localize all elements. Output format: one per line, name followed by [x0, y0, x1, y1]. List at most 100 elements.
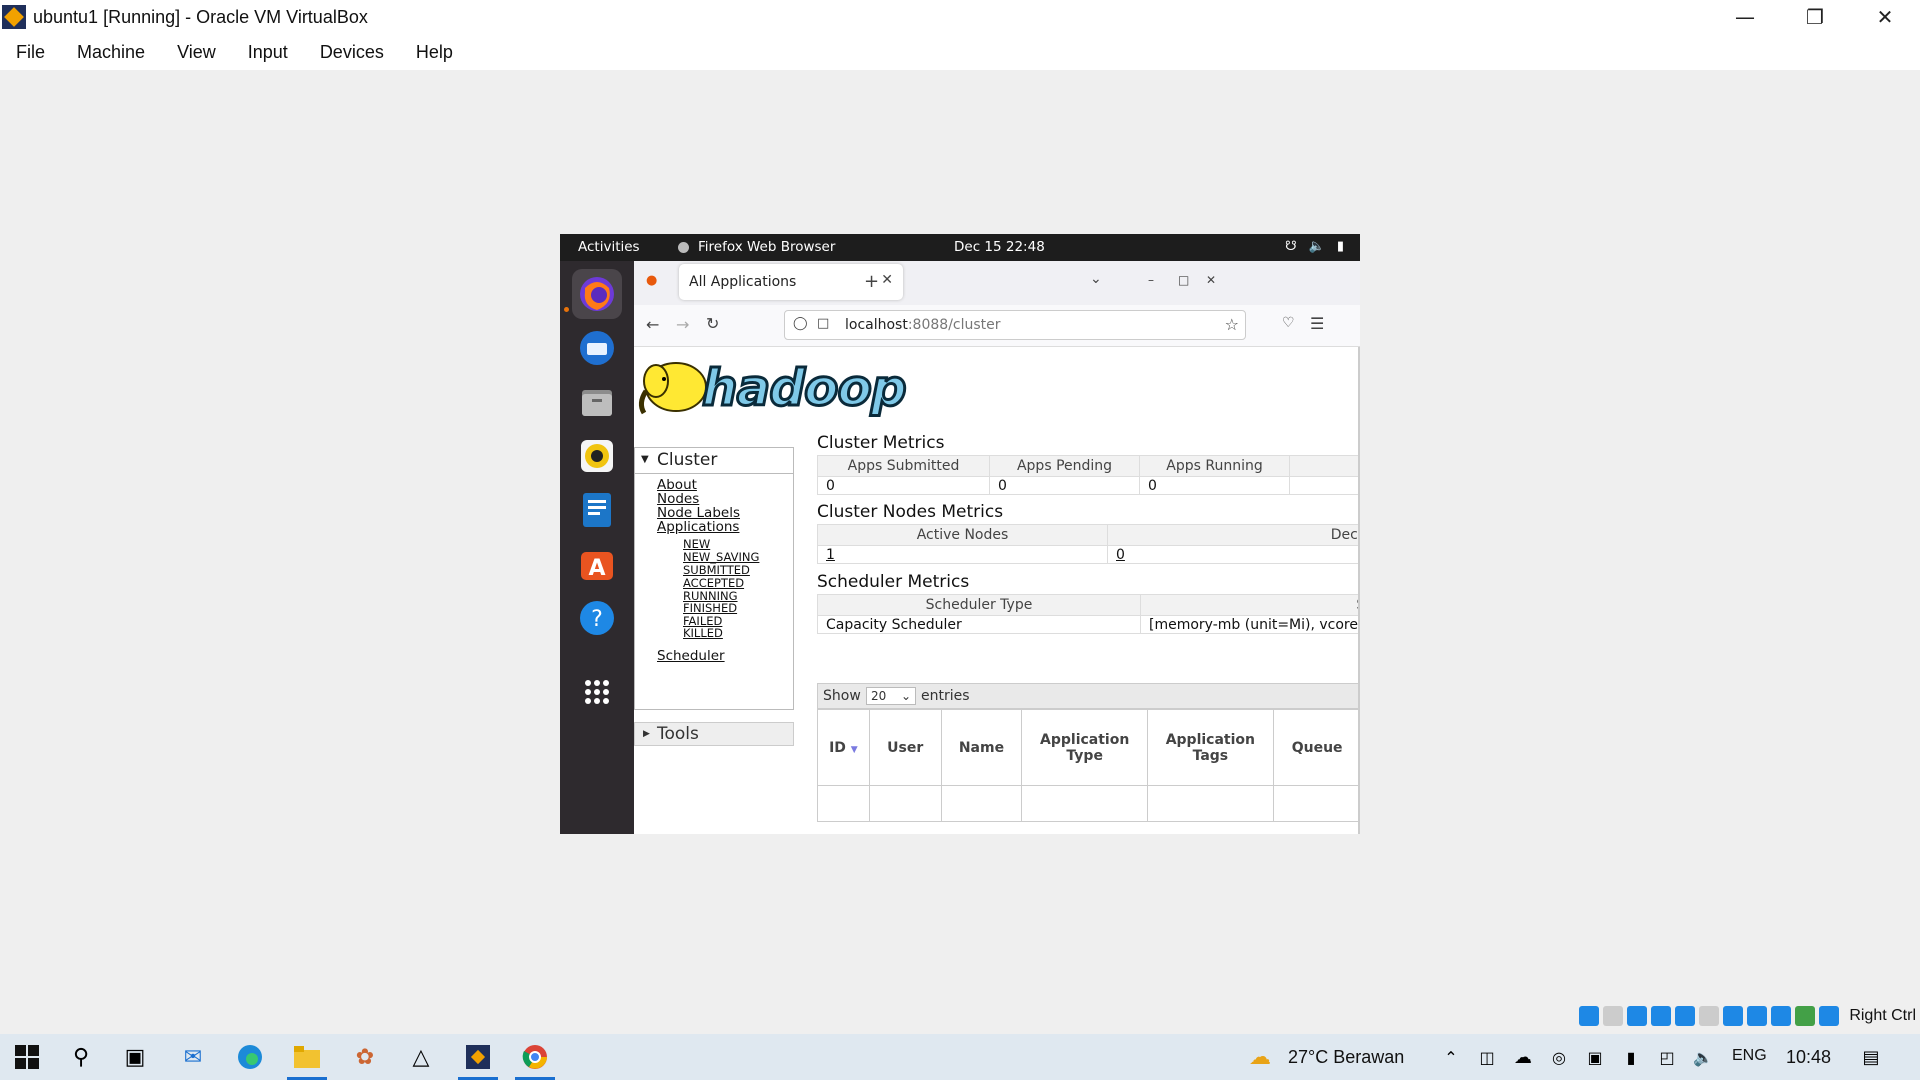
reload-icon[interactable]: ↻	[706, 314, 719, 333]
task-view-icon[interactable]: ▣	[120, 1042, 150, 1072]
url-bar[interactable]: ◯ □ localhost:8088/cluster ☆	[784, 310, 1246, 340]
col-active-nodes: Active Nodes	[817, 524, 1108, 546]
display-icon[interactable]	[1723, 1006, 1744, 1026]
tab-close-icon[interactable]: ✕	[881, 272, 893, 288]
tray-chevron-icon[interactable]: ⌃	[1436, 1042, 1466, 1072]
menu-input[interactable]: Input	[248, 42, 288, 63]
bookmark-star-icon[interactable]: ☆	[1225, 315, 1239, 334]
mail-icon[interactable]: ✉	[178, 1042, 208, 1072]
col-queue[interactable]: Queue	[1272, 709, 1358, 786]
firefox-view-icon[interactable]: ●	[646, 273, 657, 288]
ff-close-icon[interactable]: ✕	[1206, 273, 1216, 287]
minimize-button[interactable]: —	[1710, 0, 1780, 34]
shared-folders-icon[interactable]	[1699, 1006, 1720, 1026]
tools-section-head[interactable]: ▶ Tools	[634, 722, 794, 746]
windows-start-icon[interactable]	[12, 1042, 42, 1072]
ff-minimize-icon[interactable]: –	[1148, 273, 1154, 287]
tab-list-icon[interactable]: ⌄	[1090, 271, 1102, 287]
usb-icon[interactable]	[1675, 1006, 1696, 1026]
page-info-icon[interactable]: □	[817, 316, 829, 331]
language-indicator[interactable]: ENG	[1732, 1047, 1767, 1065]
video-capture-icon[interactable]	[1747, 1006, 1768, 1026]
volume-icon: 🔈	[1308, 239, 1325, 254]
speaker-icon[interactable]: 🔈	[1688, 1042, 1718, 1072]
show-entries-bar: Show 20 ⌄ entries	[817, 683, 1358, 709]
optical-drive-icon[interactable]	[1603, 1006, 1624, 1026]
display-settings-icon[interactable]: ▣	[1580, 1042, 1610, 1072]
page-content: hadoop ▼ Cluster About Nodes Node Labels …	[634, 347, 1360, 834]
libreoffice-writer-dock-icon[interactable]	[572, 485, 622, 535]
keyboard-capture-icon[interactable]	[1819, 1006, 1840, 1026]
hard-disk-icon[interactable]	[1579, 1006, 1600, 1026]
link-state-accepted[interactable]: ACCEPTED	[683, 576, 744, 590]
mouse-integration-icon[interactable]	[1795, 1006, 1816, 1026]
edge-icon[interactable]	[235, 1042, 265, 1072]
files-dock-icon[interactable]	[572, 377, 622, 427]
menu-view[interactable]: View	[177, 42, 216, 63]
link-state-finished[interactable]: FINISHED	[683, 601, 737, 615]
taskbar-clock[interactable]: 10:48	[1786, 1047, 1831, 1068]
search-icon[interactable]: ⚲	[66, 1042, 96, 1072]
chrome-icon[interactable]	[520, 1042, 550, 1072]
menu-file[interactable]: File	[16, 42, 45, 63]
battery-icon: ▮	[1336, 239, 1344, 254]
hamburger-menu-icon[interactable]: ☰	[1310, 314, 1324, 333]
wifi-icon[interactable]: ◰	[1652, 1042, 1682, 1072]
weather-cloud-icon[interactable]: ☁	[1245, 1042, 1275, 1072]
battery-tray-icon[interactable]: ▮	[1616, 1042, 1646, 1072]
link-state-submitted[interactable]: SUBMITTED	[683, 563, 750, 577]
microphone-icon[interactable]: ◎	[1544, 1042, 1574, 1072]
ff-restore-icon[interactable]: □	[1178, 273, 1189, 287]
hadoop-logo[interactable]: hadoop	[634, 349, 934, 429]
rhythmbox-dock-icon[interactable]	[572, 431, 622, 481]
help-dock-icon[interactable]: ?	[572, 593, 622, 643]
col-application-tags[interactable]: Application Tags	[1147, 709, 1274, 786]
virtualization-icon[interactable]	[1771, 1006, 1792, 1026]
thunderbird-dock-icon[interactable]	[572, 323, 622, 373]
back-icon[interactable]: ←	[646, 315, 659, 334]
running-indicator	[564, 307, 569, 312]
guest-screen[interactable]: Activities Firefox Web Browser Dec 15 22…	[560, 234, 1360, 834]
active-nodes-link[interactable]: 1	[826, 547, 835, 563]
weather-text[interactable]: 27°C Berawan	[1288, 1047, 1404, 1068]
cluster-section-head[interactable]: ▼ Cluster	[634, 447, 794, 473]
col-name[interactable]: Name	[940, 709, 1023, 786]
software-center-dock-icon[interactable]: A	[572, 539, 622, 589]
entries-select[interactable]: 20 ⌄	[866, 687, 916, 705]
virtualbox-taskbar-icon[interactable]	[463, 1042, 493, 1072]
firefox-dock-icon[interactable]	[572, 269, 622, 319]
close-button[interactable]: ✕	[1850, 0, 1920, 34]
link-scheduler[interactable]: Scheduler	[657, 648, 725, 664]
notifications-icon[interactable]: ▤	[1856, 1042, 1886, 1072]
3d-viewer-icon[interactable]: △	[406, 1042, 436, 1072]
menu-devices[interactable]: Devices	[320, 42, 384, 63]
pocket-icon[interactable]: ♡	[1282, 315, 1295, 331]
snipping-tool-icon[interactable]: ✿	[350, 1042, 380, 1072]
gnome-clock[interactable]: Dec 15 22:48	[954, 239, 1045, 255]
audio-icon[interactable]	[1627, 1006, 1648, 1026]
menu-help[interactable]: Help	[416, 42, 453, 63]
col-id[interactable]: ID ▼	[817, 709, 870, 786]
file-explorer-icon[interactable]	[292, 1042, 322, 1072]
menu-machine[interactable]: Machine	[77, 42, 145, 63]
link-applications[interactable]: Applications	[657, 519, 739, 535]
onedrive-icon[interactable]: ☁	[1508, 1042, 1538, 1072]
new-tab-icon[interactable]: +	[864, 271, 879, 292]
activities-button[interactable]: Activities	[578, 239, 640, 255]
link-state-new[interactable]: NEW	[683, 537, 710, 551]
shield-icon[interactable]: ◯	[793, 316, 808, 331]
network-icon[interactable]	[1651, 1006, 1672, 1026]
value-decommissioning: 0	[1107, 545, 1358, 564]
link-state-new-saving[interactable]: NEW_SAVING	[683, 550, 759, 564]
col-application-type[interactable]: Application Type	[1021, 709, 1149, 786]
forward-icon[interactable]: →	[676, 315, 689, 334]
decommissioning-link[interactable]: 0	[1116, 547, 1125, 563]
value-scheduler-type: Capacity Scheduler	[817, 615, 1141, 634]
meet-now-icon[interactable]: ◫	[1472, 1042, 1502, 1072]
col-user[interactable]: User	[868, 709, 942, 786]
app-menu-label[interactable]: Firefox Web Browser	[698, 239, 835, 255]
gnome-tray[interactable]: ☋ 🔈 ▮	[1285, 239, 1344, 254]
link-state-killed[interactable]: KILLED	[683, 626, 723, 640]
restore-button[interactable]: ❐	[1780, 0, 1850, 34]
show-apps-icon[interactable]	[572, 667, 622, 717]
